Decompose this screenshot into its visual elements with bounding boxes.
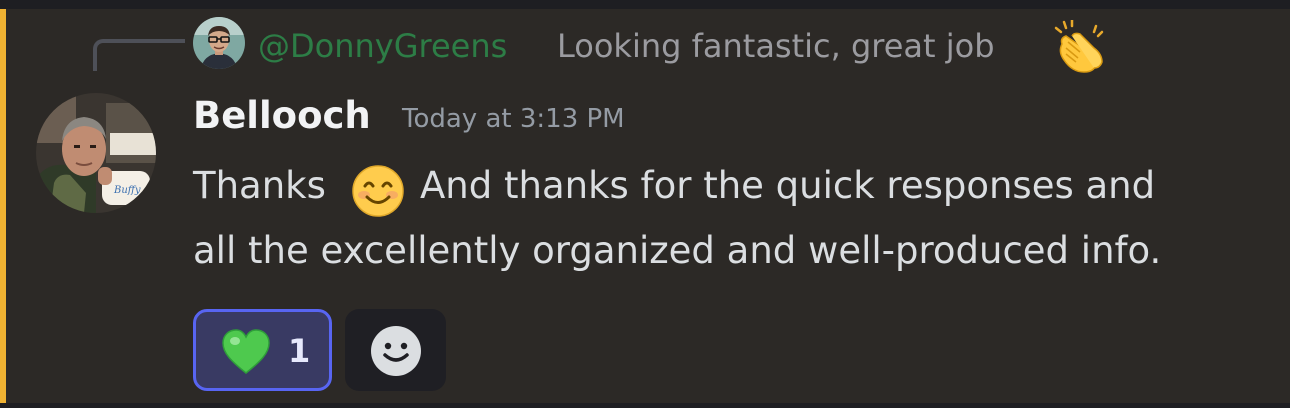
svg-text:Buffy: Buffy bbox=[113, 185, 141, 196]
message-author[interactable]: Bellooch bbox=[193, 92, 371, 140]
smile-add-icon bbox=[371, 326, 421, 376]
green-heart-icon bbox=[221, 329, 271, 375]
bottom-divider bbox=[0, 403, 1290, 408]
message-container: @DonnyGreens Looking fantastic, great jo… bbox=[0, 0, 1290, 408]
reply-author-avatar[interactable] bbox=[193, 17, 245, 69]
reply-spine bbox=[93, 39, 185, 71]
message-timestamp[interactable]: Today at 3:13 PM bbox=[402, 100, 625, 138]
clapping-hands-icon bbox=[1050, 18, 1108, 74]
add-reaction-button[interactable] bbox=[345, 309, 446, 391]
reply-preview-text[interactable]: Looking fantastic, great job bbox=[557, 24, 995, 68]
message-text-line2: all the excellently organized and well-p… bbox=[193, 229, 1162, 272]
message-text-start: Thanks bbox=[193, 164, 326, 207]
smiling-face-icon bbox=[351, 164, 405, 218]
message-text-continued: And thanks for the quick responses and bbox=[420, 164, 1156, 207]
reaction-count: 1 bbox=[288, 332, 311, 370]
user-avatar[interactable]: Buffy bbox=[36, 93, 156, 213]
top-divider bbox=[0, 0, 1290, 9]
reaction-green-heart[interactable]: 1 bbox=[193, 309, 332, 391]
mention-highlight-bar bbox=[0, 9, 6, 403]
reply-author-mention[interactable]: @DonnyGreens bbox=[258, 24, 507, 68]
